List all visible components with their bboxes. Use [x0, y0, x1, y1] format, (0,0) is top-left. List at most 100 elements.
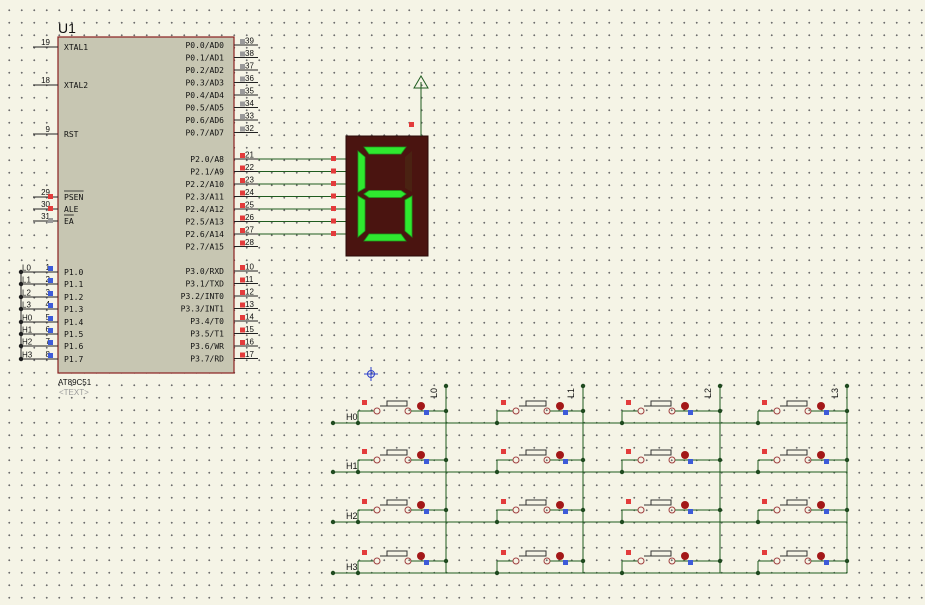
- pin-state: [240, 64, 245, 69]
- state-led-icon: [417, 501, 425, 509]
- junction-dot: [494, 570, 500, 576]
- junction-dot: [443, 457, 449, 463]
- pin-name: P0.4/AD4: [185, 91, 224, 100]
- key-button[interactable]: [494, 499, 586, 525]
- seven-segment-display[interactable]: [331, 75, 429, 257]
- contact-icon: [804, 407, 812, 415]
- keypad-matrix[interactable]: H0 H1 H2 H3 L0 L1 L2 L3: [330, 383, 850, 576]
- display-pin-state: [331, 231, 336, 236]
- col-terminal: [443, 383, 449, 389]
- key-button[interactable]: [755, 499, 850, 525]
- net-label: H2: [22, 338, 33, 347]
- state-led-icon: [417, 402, 425, 410]
- contact-icon: [404, 506, 412, 514]
- pin-number: 23: [245, 176, 254, 185]
- net-label: L2: [22, 289, 31, 298]
- contact-icon: [637, 506, 645, 514]
- pin-state: [563, 560, 568, 565]
- pin-number: 27: [245, 226, 254, 235]
- pin-name: EA: [64, 217, 74, 226]
- plunger-cap: [525, 550, 547, 557]
- microcontroller-u1[interactable]: U1 AT89C51 <TEXT> 19XTAL118XTAL29RST29PS…: [18, 20, 258, 397]
- pin-name: P1.3: [64, 305, 83, 314]
- pin-name: P1.4: [64, 318, 83, 327]
- pin-number: 19: [41, 38, 50, 47]
- key-button[interactable]: [755, 550, 850, 576]
- key-button[interactable]: [494, 400, 586, 426]
- key-button[interactable]: [619, 400, 723, 426]
- pin-state: [762, 400, 767, 405]
- pin-name: P1.1: [64, 280, 83, 289]
- pin-number: 22: [245, 163, 254, 172]
- contact-icon: [668, 456, 676, 464]
- contact-icon: [404, 456, 412, 464]
- pin-state: [240, 340, 245, 345]
- row-terminal: [330, 519, 336, 525]
- key-button[interactable]: [619, 449, 723, 475]
- pin-state: [362, 400, 367, 405]
- pin-state: [48, 278, 53, 283]
- pin-state: [240, 215, 245, 221]
- pin-number: 32: [245, 124, 254, 133]
- junction-dot: [443, 408, 449, 414]
- segment-e: [357, 195, 366, 238]
- pin-state: [240, 240, 245, 246]
- schematic-svg[interactable]: U1 AT89C51 <TEXT> 19XTAL118XTAL29RST29PS…: [0, 0, 925, 605]
- pin-name: P2.4/A12: [185, 205, 224, 214]
- pin-state: [240, 203, 245, 208]
- key-button[interactable]: [755, 449, 850, 475]
- pin-state: [48, 340, 53, 345]
- key-button[interactable]: [619, 550, 723, 576]
- pin-name: P2.0/A8: [190, 155, 224, 164]
- plunger-cap: [386, 449, 408, 456]
- pin-state: [362, 499, 367, 504]
- pin-number: 35: [245, 87, 254, 96]
- col-label: L2: [703, 388, 713, 398]
- pin-name: P0.1/AD1: [185, 54, 224, 63]
- pin-name: RST: [64, 130, 79, 139]
- contact-icon: [773, 506, 781, 514]
- pin-state: [762, 449, 767, 454]
- col-terminal: [844, 383, 850, 389]
- pin-name: P0.6/AD6: [185, 116, 224, 125]
- pin-name: P0.5/AD5: [185, 104, 224, 113]
- pin-state: [240, 290, 245, 295]
- net-label: L0: [22, 264, 31, 273]
- pin-number: 17: [245, 350, 254, 359]
- key-button[interactable]: [755, 400, 850, 426]
- contact-icon: [543, 456, 551, 464]
- key-button[interactable]: [355, 550, 449, 576]
- col-label: L3: [830, 388, 840, 398]
- pin-state: [626, 499, 631, 504]
- row-label: H2: [346, 511, 358, 521]
- state-led-icon: [681, 402, 689, 410]
- contact-icon: [373, 557, 381, 565]
- junction-dot: [619, 469, 625, 475]
- plunger-cap: [386, 550, 408, 557]
- segment-f: [357, 150, 366, 193]
- key-button[interactable]: [355, 449, 449, 475]
- junction-dot: [580, 558, 586, 564]
- key-button[interactable]: [355, 400, 449, 426]
- key-button[interactable]: [619, 499, 723, 525]
- pin-state: [762, 499, 767, 504]
- pin-number: 37: [245, 62, 254, 71]
- pin-name: ALE: [64, 205, 79, 214]
- contact-icon: [668, 407, 676, 415]
- key-button[interactable]: [355, 499, 449, 525]
- pin-number: 21: [245, 151, 254, 160]
- pin-number: 39: [245, 37, 254, 46]
- plunger-cap: [786, 499, 808, 506]
- pin-number: 10: [245, 263, 254, 272]
- key-button[interactable]: [494, 449, 586, 475]
- pin-state: [48, 328, 53, 333]
- pin-number: 26: [245, 213, 254, 222]
- pin-number: 36: [245, 74, 254, 83]
- key-button[interactable]: [494, 550, 586, 576]
- schematic-canvas[interactable]: U1 AT89C51 <TEXT> 19 XTAL1 18 XTAL2 9 RST 29 PS…: [0, 0, 925, 605]
- contact-icon: [637, 456, 645, 464]
- pin-state: [240, 101, 245, 107]
- junction-dot: [717, 558, 723, 564]
- pin-name: P2.6/A14: [185, 230, 224, 239]
- pin-state: [48, 291, 53, 296]
